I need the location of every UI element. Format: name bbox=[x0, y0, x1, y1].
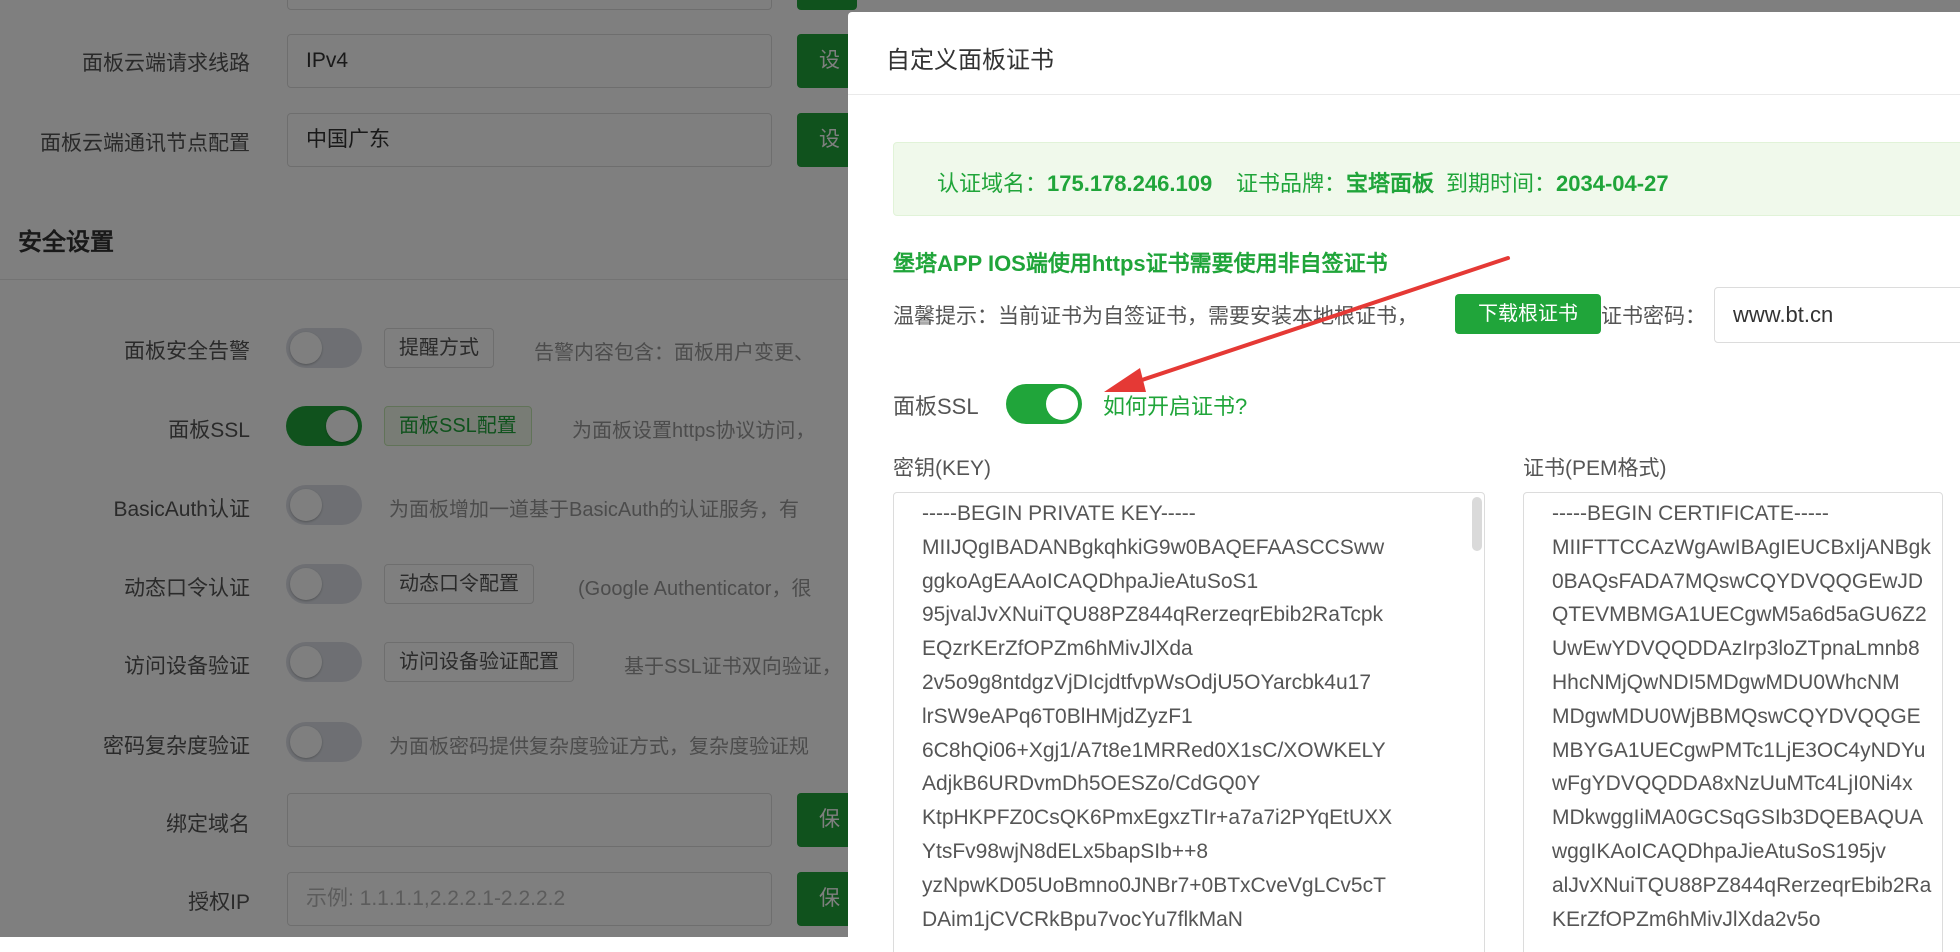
key-line: ggkoAgEAAoICAQDhpaJieAtuSoS1 bbox=[922, 569, 1259, 593]
key-line: KtpHKPFZ0CsQK6PmxEgxzTIr+a7a7i2PYqEtUXX bbox=[922, 806, 1393, 830]
key-line: MIIJQgIBADANBgkqhkiG9w0BAQEFAASCCSww bbox=[922, 535, 1385, 559]
pem-line: wggIKAoICAQDhpaJieAtuSoS195jv bbox=[1552, 839, 1886, 863]
cert-domain: 认证域名：175.178.246.109 bbox=[937, 166, 1212, 198]
pem-line: QTEVMBMGA1UECgwM5a6d5aGU6Z2 bbox=[1552, 603, 1927, 627]
cert-domain-value: 175.178.246.109 bbox=[1047, 171, 1213, 196]
pem-line: MIIFTTCCAzWgAwIBAgIEUCBxIjANBgk bbox=[1552, 535, 1931, 559]
pem-line: wFgYDVQQDDA8xNzUuMTc4LjI0Ni4x bbox=[1552, 772, 1913, 796]
pem-line: 0BAQsFADA7MQswCQYDVQQGEwJD bbox=[1552, 569, 1924, 593]
key-line: 6C8hQi06+Xgj1/A7t8e1MRRed0X1sC/XOWKELY bbox=[922, 738, 1386, 762]
pem-line: MDkwggIiMA0GCSqGSIb3DQEBAQUA bbox=[1552, 806, 1924, 830]
cert-brand: 证书品牌：宝塔面板 bbox=[1236, 166, 1434, 198]
key-line: lrSW9eAPq6T0BlHMjdZyzF1 bbox=[922, 704, 1193, 728]
certificate-textarea[interactable]: -----BEGIN CERTIFICATE----- MIIFTTCCAzWgA… bbox=[1523, 492, 1943, 952]
key-scrollbar[interactable] bbox=[1472, 497, 1482, 551]
pem-line: MBYGA1UECgwPMTc1LjE3OC4yNDYu bbox=[1552, 738, 1926, 762]
pem-label: 证书(PEM格式) bbox=[1523, 457, 1667, 480]
key-label: 密钥(KEY) bbox=[893, 457, 992, 480]
custom-cert-dialog: 自定义面板证书 认证域名：175.178.246.109 证书品牌：宝塔面板 到… bbox=[848, 12, 1960, 952]
pem-line: HhcNMjQwNDI5MDgwMDU0WhcNM bbox=[1552, 670, 1900, 694]
key-line: -----BEGIN PRIVATE KEY----- bbox=[922, 502, 1196, 525]
pem-line: -----BEGIN CERTIFICATE----- bbox=[1552, 502, 1829, 525]
key-line: 95jvalJvXNuiTQU88PZ844qRerzeqrEbib2RaTcp… bbox=[922, 603, 1384, 627]
key-line: EQzrKErZfOPZm6hMivJlXda bbox=[922, 637, 1193, 661]
download-root-cert-button[interactable]: 下载根证书 bbox=[1455, 294, 1601, 334]
dialog-title: 自定义面板证书 bbox=[886, 47, 1054, 74]
pem-line: alJvXNuiTQU88PZ844qRerzeqrEbib2Ra bbox=[1552, 873, 1932, 897]
private-key-textarea[interactable]: -----BEGIN PRIVATE KEY----- MIIJQgIBADANB… bbox=[893, 492, 1485, 952]
pem-line: MDgwMDU0WjBBMQswCQYDVQQGE bbox=[1552, 704, 1921, 728]
dialog-ssl-label: 面板SSL bbox=[893, 394, 979, 419]
key-line: YtsFv98wjN8dELx5bapSIb++8 bbox=[922, 839, 1209, 863]
pem-line: UwEwYDVQQDDAzIrp3loZTpnaLmnb8 bbox=[1552, 637, 1920, 661]
self-signed-tip: 温馨提示：当前证书为自签证书，需要安装本地根证书， bbox=[893, 305, 1418, 328]
ios-cert-warning: 堡塔APP IOS端使用https证书需要使用非自签证书 bbox=[893, 251, 1388, 276]
cert-brand-value: 宝塔面板 bbox=[1346, 171, 1435, 196]
cert-expire-value: 2034-04-27 bbox=[1556, 171, 1669, 196]
pem-line: KErZfOPZm6hMivJlXda2v5o bbox=[1552, 907, 1821, 931]
cert-expire-label: 到期时间： bbox=[1446, 171, 1557, 196]
howto-enable-cert-link[interactable]: 如何开启证书? bbox=[1103, 389, 1247, 421]
cert-password-field[interactable]: www.bt.cn bbox=[1714, 287, 1960, 343]
cert-brand-label: 证书品牌： bbox=[1236, 171, 1347, 196]
dialog-ssl-toggle[interactable] bbox=[1006, 384, 1082, 424]
key-line: AdjkB6URDvmDh5OESZo/CdGQ0Y bbox=[922, 772, 1261, 796]
cert-expire: 到期时间：2034-04-27 bbox=[1446, 166, 1669, 198]
dialog-header: 自定义面板证书 bbox=[848, 12, 1960, 95]
key-line: DAim1jCVCRkBpu7vocYu7flkMaN bbox=[922, 907, 1243, 931]
cert-domain-label: 认证域名： bbox=[937, 171, 1048, 196]
cert-password-label: 证书密码： bbox=[1601, 305, 1706, 328]
key-line: yzNpwKD05UoBmno0JNBr7+0BTxCveVgLCv5cT bbox=[922, 873, 1386, 897]
cert-info-box: 认证域名：175.178.246.109 证书品牌：宝塔面板 到期时间：2034… bbox=[893, 142, 1960, 216]
key-line: 2v5o9g8ntdgzVjDIcjdtfvpWsOdjU5OYarcbk4u1… bbox=[922, 670, 1372, 694]
